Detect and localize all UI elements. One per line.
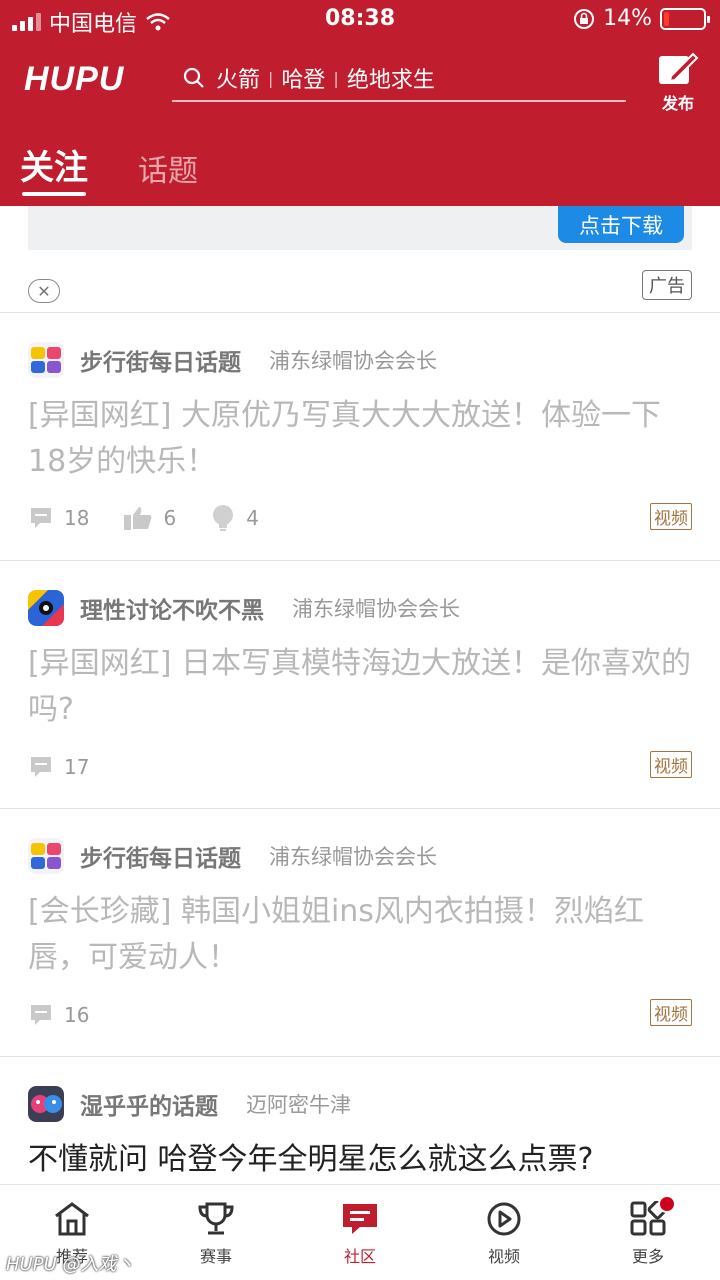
- post-card[interactable]: 步行街每日话题 浦东绿帽协会会长 [异国网红] 大原优乃写真大大大放送！体验一下…: [0, 312, 720, 560]
- nav-label: 更多: [631, 1247, 664, 1266]
- nav-more[interactable]: 更多: [576, 1185, 720, 1280]
- ad-image[interactable]: 点击下载: [28, 206, 692, 250]
- bulb-icon: [213, 505, 234, 531]
- header-tabs: 关注 话题: [0, 140, 228, 206]
- group-name[interactable]: 步行街每日话题: [80, 839, 241, 873]
- search-term[interactable]: 火箭: [216, 62, 260, 94]
- comment-icon: [31, 508, 51, 528]
- nav-label: 赛事: [199, 1247, 232, 1266]
- video-tag: 视频: [650, 999, 692, 1026]
- light-count[interactable]: 4: [210, 504, 259, 532]
- tab-follow[interactable]: 关注: [20, 140, 88, 206]
- group-avatar-icon: [28, 1086, 64, 1122]
- search-bar[interactable]: 火箭 | 哈登 | 绝地求生: [172, 56, 626, 102]
- publish-label: 发布: [661, 94, 694, 113]
- battery-fill: [664, 11, 669, 26]
- nav-label: 视频: [487, 1247, 520, 1266]
- tab-topics[interactable]: 话题: [138, 146, 198, 206]
- post-card[interactable]: 步行街每日话题 浦东绿帽协会会长 [会长珍藏] 韩国小姐姐ins风内衣拍摄！烈焰…: [0, 808, 720, 1056]
- author-name[interactable]: 浦东绿帽协会会长: [269, 841, 437, 871]
- post-card[interactable]: 理性讨论不吹不黑 浦东绿帽协会会长 [异国网红] 日本写真模特海边大放送！是你喜…: [0, 560, 720, 808]
- nav-video[interactable]: 视频: [432, 1185, 576, 1280]
- notification-dot: [658, 1195, 676, 1213]
- search-icon: [172, 67, 216, 89]
- rotation-lock-icon: [574, 8, 595, 29]
- nav-label: 社区: [343, 1247, 376, 1266]
- ad-banner: 点击下载 ✕ 广告: [0, 206, 720, 312]
- comment-count-value: 17: [64, 755, 90, 779]
- play-icon: [487, 1202, 521, 1236]
- comment-count[interactable]: 18: [28, 505, 89, 531]
- edit-icon: [659, 52, 699, 84]
- publish-button[interactable]: 发布: [654, 52, 702, 114]
- comment-count[interactable]: 17: [28, 754, 89, 780]
- battery-percent: 14%: [603, 6, 652, 31]
- nav-community[interactable]: 社区: [288, 1185, 432, 1280]
- group-avatar-icon: [28, 590, 64, 626]
- battery-icon: [660, 7, 710, 30]
- download-button[interactable]: 点击下载: [558, 206, 684, 243]
- comment-count-value: 18: [64, 506, 90, 530]
- group-name[interactable]: 理性讨论不吹不黑: [80, 591, 264, 625]
- community-icon: [343, 1204, 377, 1234]
- search-term[interactable]: 绝地求生: [347, 62, 435, 94]
- post-title[interactable]: [异国网红] 日本写真模特海边大放送！是你喜欢的吗?: [28, 641, 692, 733]
- like-count[interactable]: 6: [123, 505, 176, 531]
- watermark: HUPU @入戏丶: [6, 1254, 135, 1275]
- author-name[interactable]: 浦东绿帽协会会长: [269, 345, 437, 375]
- home-icon: [55, 1202, 89, 1236]
- group-avatar-icon: [28, 342, 64, 378]
- comment-icon: [31, 1005, 51, 1025]
- post-title[interactable]: [会长珍藏] 韩国小姐姐ins风内衣拍摄！烈焰红唇，可爱动人！: [28, 889, 692, 981]
- comment-icon: [31, 757, 51, 777]
- divider: |: [333, 68, 339, 88]
- close-icon[interactable]: ✕: [28, 279, 60, 303]
- author-name[interactable]: 浦东绿帽协会会长: [292, 593, 460, 623]
- video-tag: 视频: [650, 503, 692, 530]
- comment-count[interactable]: 16: [28, 1002, 89, 1028]
- thumbs-up-icon: [124, 507, 152, 530]
- author-name[interactable]: 迈阿密牛津: [246, 1089, 351, 1119]
- post-feed: 步行街每日话题 浦东绿帽协会会长 [异国网红] 大原优乃写真大大大放送！体验一下…: [0, 312, 720, 1256]
- group-name[interactable]: 步行街每日话题: [80, 343, 241, 377]
- search-term[interactable]: 哈登: [281, 62, 325, 94]
- app-header: 中国电信 08:38 14% HUPU 火箭 | 哈登 | 绝地求生 发布 关注…: [0, 0, 720, 206]
- search-hot-terms: 火箭 | 哈登 | 绝地求生: [216, 62, 435, 94]
- video-tag: 视频: [650, 751, 692, 778]
- post-title[interactable]: 不懂就问 哈登今年全明星怎么就这么点票?: [28, 1137, 692, 1183]
- post-title[interactable]: [异国网红] 大原优乃写真大大大放送！体验一下18岁的快乐！: [28, 393, 692, 485]
- light-count-value: 4: [246, 506, 259, 530]
- trophy-icon: [198, 1202, 234, 1235]
- comment-count-value: 16: [64, 1003, 90, 1027]
- status-bar: 中国电信 08:38 14%: [0, 0, 720, 40]
- like-count-value: 6: [163, 506, 177, 530]
- hupu-logo[interactable]: HUPU: [24, 60, 124, 99]
- nav-matches[interactable]: 赛事: [144, 1185, 288, 1280]
- group-avatar-icon: [28, 838, 64, 874]
- ad-badge: 广告: [642, 270, 692, 300]
- group-name[interactable]: 湿乎乎的话题: [80, 1087, 218, 1121]
- divider: |: [268, 68, 274, 88]
